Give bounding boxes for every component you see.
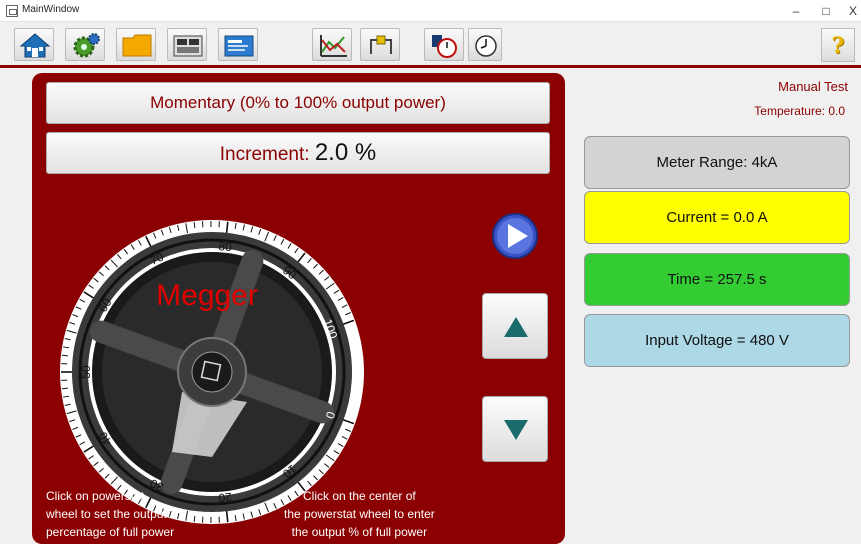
hint-enter-output: Click on the center of the powerstat whe… bbox=[284, 489, 435, 539]
window-title: MainWindow bbox=[22, 4, 80, 15]
settings-gear-icon bbox=[73, 33, 100, 58]
increment-label: Increment: bbox=[219, 144, 315, 165]
dial-tick bbox=[61, 387, 68, 390]
main-window: MainWindow – □ X ? Momentary (0% to 100%… bbox=[0, 0, 861, 544]
multimeter-icon bbox=[173, 35, 203, 57]
current-display: Current = 0.0 A bbox=[584, 191, 850, 244]
time-display: Time = 257.5 s bbox=[584, 253, 850, 306]
title-bar: MainWindow – □ X bbox=[0, 0, 861, 22]
app-icon bbox=[6, 5, 18, 17]
folder-icon bbox=[122, 34, 152, 57]
dial-tick bbox=[61, 354, 68, 357]
dial-tick-label: 80 bbox=[218, 239, 233, 254]
decrease-button[interactable] bbox=[482, 396, 548, 462]
increase-button[interactable] bbox=[482, 293, 548, 359]
brand-logo: Megger bbox=[156, 279, 258, 312]
toolbar: ? bbox=[0, 22, 861, 68]
play-button[interactable] bbox=[492, 213, 538, 259]
home-icon bbox=[19, 33, 51, 58]
clamp-button[interactable] bbox=[360, 28, 400, 61]
test-mode-label: Manual Test bbox=[778, 79, 848, 94]
hint-set-output: Click on powerstat wheel to set the outp… bbox=[46, 489, 175, 539]
close-button[interactable]: X bbox=[838, 0, 861, 22]
clamp-icon bbox=[370, 35, 392, 54]
powerstat-panel: Momentary (0% to 100% output power) Incr… bbox=[32, 73, 565, 544]
output-mode-button[interactable]: Momentary (0% to 100% output power) bbox=[46, 82, 550, 124]
minimize-button[interactable]: – bbox=[781, 0, 811, 22]
timer-button[interactable] bbox=[468, 28, 502, 61]
dial-tick-label: 50 bbox=[79, 365, 93, 379]
input-voltage-display: Input Voltage = 480 V bbox=[584, 314, 850, 367]
dial-tick bbox=[193, 222, 196, 229]
help-button[interactable]: ? bbox=[821, 28, 855, 62]
settings-button[interactable] bbox=[65, 28, 105, 61]
temperature-label: Temperature: 0.0 bbox=[754, 104, 845, 118]
test-card-icon bbox=[224, 35, 254, 57]
multimeter-button[interactable] bbox=[167, 28, 207, 61]
folder-button[interactable] bbox=[116, 28, 156, 61]
meter-range-button[interactable]: Meter Range: 4kA bbox=[584, 136, 850, 189]
graph-button[interactable] bbox=[312, 28, 352, 61]
graph-icon bbox=[320, 35, 347, 57]
maximize-button[interactable]: □ bbox=[811, 0, 841, 22]
increment-button[interactable]: Increment: 2.0 % bbox=[46, 132, 550, 174]
dial-tick-label: 20 bbox=[217, 490, 232, 505]
arrow-up-icon bbox=[504, 317, 528, 337]
stopwatch-icon bbox=[432, 35, 457, 58]
test-card-button[interactable] bbox=[218, 28, 258, 61]
dial-tick bbox=[193, 515, 196, 522]
arrow-down-icon bbox=[504, 420, 528, 440]
increment-value: 2.0 % bbox=[314, 139, 377, 166]
stopwatch-button[interactable] bbox=[424, 28, 464, 61]
timer-icon bbox=[475, 35, 497, 57]
home-button[interactable] bbox=[14, 28, 54, 61]
